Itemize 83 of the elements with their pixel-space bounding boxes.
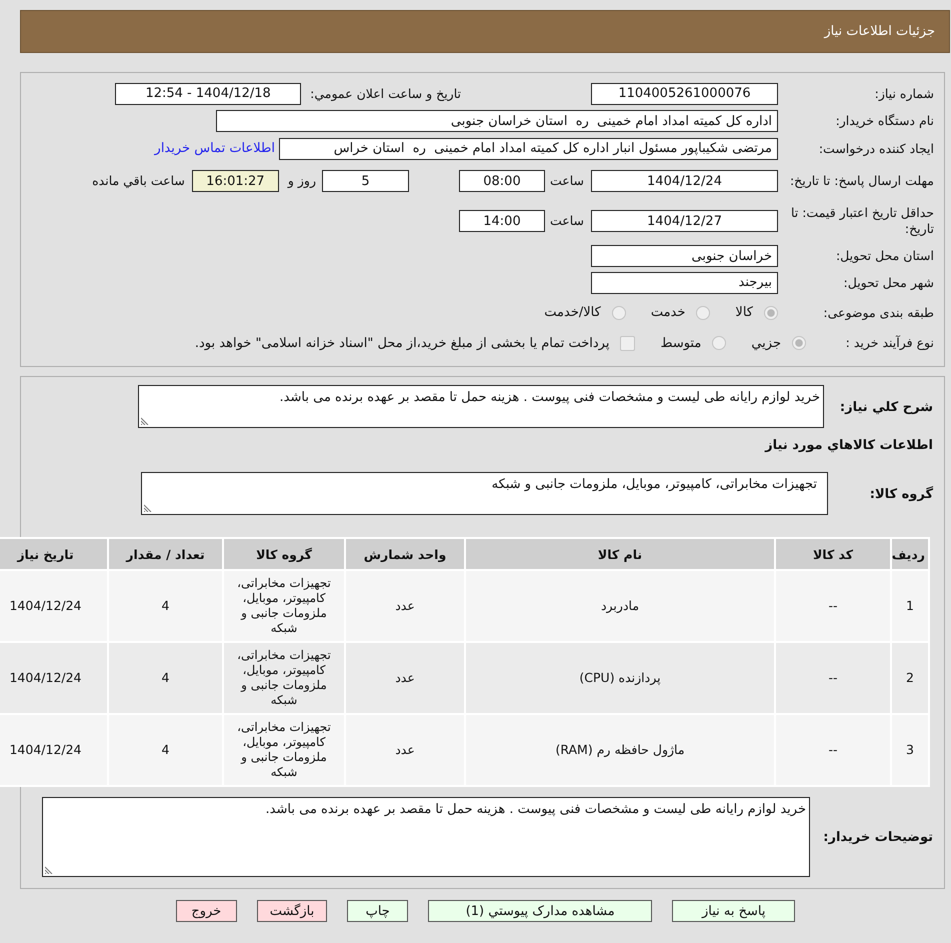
radio-button[interactable]	[612, 306, 626, 320]
field-label: استان محل تحویل:	[836, 248, 934, 264]
field-label: مهلت ارسال پاسخ: تا تاریخ:	[790, 173, 934, 189]
quantity-cell: 4	[108, 570, 223, 642]
delivery-province-field[interactable]: خراسان جنوبی	[591, 245, 778, 267]
page-title: جزئیات اطلاعات نیاز	[824, 24, 935, 39]
quantity-cell: 4	[108, 642, 223, 714]
print-button[interactable]: چاپ	[347, 900, 408, 922]
reply-button[interactable]: پاسخ به نیاز	[672, 900, 796, 922]
goods-group-text-area[interactable]: تجهیزات مخابراتی، کامپیوتر، موبایل، ملزومات جانبی و شبکه	[141, 472, 828, 515]
radio-button[interactable]	[696, 306, 710, 320]
item-code-cell: --	[775, 642, 891, 714]
exit-button[interactable]: خروج	[176, 900, 237, 922]
need-number-field[interactable]: 1104005261000076	[591, 82, 778, 104]
item-name-cell: ماژول حافظه رم (RAM)	[465, 714, 775, 786]
attachments-button[interactable]: مشاهده مدارک پیوستي (1)	[428, 900, 652, 922]
option-label: خدمت	[650, 305, 686, 320]
summary-text-area[interactable]: خرید لوازم رایانه طی لیست و مشخصات فنی پیوست . هزینه حمل تا مقصد بر عهده برنده می باشد.	[138, 385, 824, 428]
row-number-cell: 3	[891, 714, 929, 786]
unit-cell: عدد	[345, 570, 465, 642]
validity-time-field[interactable]: 14:00	[458, 210, 545, 232]
field-label: حداقل تاریخ اعتبار قیمت: تا تاریخ:	[790, 205, 934, 237]
resize-grip-icon[interactable]	[144, 504, 152, 512]
item-group-cell: تجهیزات مخابراتی، کامپیوتر، موبایل، ملزومات جانبی و شبکه	[223, 642, 345, 714]
field-label: گروه کالا:	[870, 486, 933, 502]
row-number-cell: 2	[891, 642, 929, 714]
column-header: تعداد / مقدار	[108, 538, 223, 570]
column-header: ردیف	[891, 538, 929, 570]
section-title: اطلاعات کالاهاي مورد نياز	[765, 438, 933, 452]
need-date-cell: 1404/12/24	[0, 642, 108, 714]
field-label: تاريخ و ساعت اعلان عمومي:	[310, 86, 461, 102]
column-header: واحد شمارش	[345, 538, 465, 570]
item-name-cell: پردازنده (CPU)	[465, 642, 775, 714]
checkbox[interactable]	[620, 336, 636, 350]
radio-button[interactable]	[792, 336, 806, 350]
column-header: تاریخ نیاز	[0, 538, 108, 570]
checkbox-label: پرداخت تمام یا بخشی از مبلغ خرید،از محل "اسناد خزانه اسلامی" خواهد بود.	[194, 336, 610, 350]
item-name-cell: مادربرد	[465, 570, 775, 642]
column-header: کد کالا	[775, 538, 891, 570]
quantity-cell: 4	[108, 714, 223, 786]
buyer-contact-link[interactable]: اطلاعات تماس خريدار	[154, 141, 275, 156]
radio-button[interactable]	[764, 306, 778, 320]
column-header: نام کالا	[465, 538, 775, 570]
time-label: ساعت	[550, 173, 584, 189]
time-left-label: ساعت باقي مانده	[92, 173, 185, 189]
item-code-cell: --	[775, 570, 891, 642]
option-label: کالا/خدمت	[544, 305, 601, 320]
option-label: جزيي	[751, 336, 781, 350]
item-group-cell: تجهیزات مخابراتی، کامپیوتر، موبایل، ملزومات جانبی و شبکه	[223, 714, 345, 786]
unit-cell: عدد	[345, 714, 465, 786]
buyer-notes-text-area[interactable]: خرید لوازم رایانه طی لیست و مشخصات فنی پیوست . هزینه حمل تا مقصد بر عهده برنده می باشد.	[42, 797, 810, 877]
time-left-field[interactable]: 16:01:27	[192, 170, 279, 192]
resize-grip-icon[interactable]	[141, 417, 149, 425]
deadline-time-field[interactable]: 08:00	[458, 170, 545, 192]
field-label: ایجاد کننده درخواست:	[818, 140, 934, 156]
item-code-cell: --	[775, 714, 891, 786]
requester-field[interactable]: مرتضی شکیباپور مسئول انبار اداره کل کمیته امداد امام خمینی ره استان خراس	[279, 138, 778, 160]
field-label: توضیحات خریدار:	[823, 830, 933, 845]
option-label: متوسط	[660, 336, 702, 350]
option-label: کالا	[735, 305, 753, 320]
column-header: گروه کالا	[223, 538, 345, 570]
field-label: شرح کلي نياز:	[840, 400, 933, 414]
field-label: طبقه بندی موضوعی:	[823, 304, 934, 320]
back-button[interactable]: بازگشت	[256, 900, 328, 922]
delivery-city-field[interactable]: بیرجند	[591, 272, 778, 294]
field-label: شماره نیاز:	[874, 86, 934, 102]
row-number-cell: 1	[891, 570, 929, 642]
field-label: نام دستگاه خريدار:	[836, 113, 934, 129]
field-label: شهر محل تحویل:	[844, 274, 934, 290]
field-label: نوع فرآیند خرید :	[846, 335, 934, 351]
buyer-organization-field[interactable]: اداره کل کمیته امداد امام خمینی ره استان خراسان جنوبی	[216, 110, 778, 132]
validity-date-field[interactable]: 1404/12/27	[591, 210, 778, 232]
radio-button[interactable]	[712, 336, 726, 350]
deadline-date-field[interactable]: 1404/12/24	[591, 170, 778, 192]
time-label: ساعت	[550, 213, 584, 229]
announcement-date-field[interactable]: 1404/12/18 - 12:54	[115, 82, 302, 104]
days-left-field[interactable]: 5	[322, 170, 409, 192]
item-group-cell: تجهیزات مخابراتی، کامپیوتر، موبایل، ملزومات جانبی و شبکه	[223, 570, 345, 642]
days-label: روز و	[288, 173, 316, 189]
need-date-cell: 1404/12/24	[0, 570, 108, 642]
resize-grip-icon[interactable]	[45, 866, 53, 874]
unit-cell: عدد	[345, 642, 465, 714]
need-date-cell: 1404/12/24	[0, 714, 108, 786]
